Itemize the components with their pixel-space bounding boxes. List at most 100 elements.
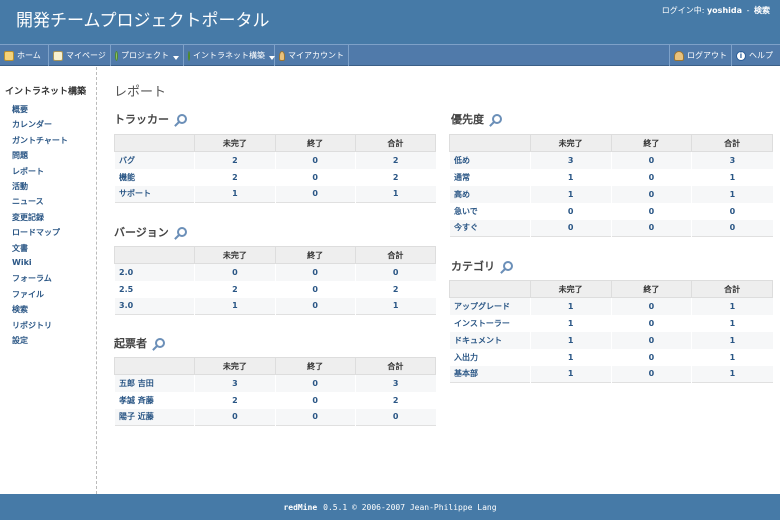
count-link[interactable]: 3 xyxy=(194,374,275,392)
count-link[interactable]: 0 xyxy=(274,408,356,426)
row-label-link[interactable]: 通常 xyxy=(449,168,531,186)
count-link[interactable]: 1 xyxy=(529,168,611,186)
count-link[interactable]: 0 xyxy=(610,151,692,169)
count-link[interactable]: 2 xyxy=(194,280,275,298)
row-label-link[interactable]: 2.0 xyxy=(113,263,195,281)
dropdown-caret-icon[interactable] xyxy=(173,55,179,60)
menu-intranet[interactable]: イントラネット構築 xyxy=(184,45,275,66)
count-link[interactable]: 1 xyxy=(691,331,773,349)
row-label-link[interactable]: 急いで xyxy=(449,202,531,220)
count-link[interactable]: 1 xyxy=(194,185,275,203)
menu-my-account[interactable]: マイアカウント xyxy=(275,45,349,66)
sidebar-item[interactable]: 活動 xyxy=(12,181,28,192)
menu-my-page[interactable]: マイページ xyxy=(49,45,111,66)
count-link[interactable]: 0 xyxy=(354,408,436,426)
sidebar-item[interactable]: 検索 xyxy=(12,304,28,315)
row-label-link[interactable]: バグ xyxy=(113,151,195,169)
zoom-icon[interactable] xyxy=(492,114,502,124)
count-link[interactable]: 0 xyxy=(529,202,611,220)
count-link[interactable]: 2 xyxy=(354,391,436,409)
menu-home[interactable]: ホーム xyxy=(0,45,49,66)
count-link[interactable]: 0 xyxy=(274,297,356,315)
count-link[interactable]: 1 xyxy=(529,314,611,332)
sidebar-item[interactable]: レポート xyxy=(12,166,44,177)
count-link[interactable]: 0 xyxy=(194,408,275,426)
sidebar-item[interactable]: 問題 xyxy=(12,150,28,161)
sidebar-item[interactable]: 変更記録 xyxy=(12,212,44,223)
count-link[interactable]: 0 xyxy=(274,263,356,281)
sidebar-item[interactable]: 文書 xyxy=(12,243,28,254)
row-label-link[interactable]: 五郎 吉田 xyxy=(113,374,195,392)
count-link[interactable]: 2 xyxy=(354,168,436,186)
count-link[interactable]: 0 xyxy=(610,297,692,315)
count-link[interactable]: 2 xyxy=(354,280,436,298)
count-link[interactable]: 0 xyxy=(610,168,692,186)
zoom-icon[interactable] xyxy=(177,114,187,124)
count-link[interactable]: 1 xyxy=(691,365,773,383)
row-label-link[interactable]: アップグレード xyxy=(449,297,531,315)
count-link[interactable]: 0 xyxy=(274,185,356,203)
count-link[interactable]: 1 xyxy=(529,185,611,203)
row-label-link[interactable]: サポート xyxy=(113,185,195,203)
row-label-link[interactable]: 機能 xyxy=(113,168,195,186)
zoom-icon[interactable] xyxy=(503,261,513,271)
count-link[interactable]: 2 xyxy=(194,391,275,409)
count-link[interactable]: 1 xyxy=(691,185,773,203)
count-link[interactable]: 1 xyxy=(691,348,773,366)
row-label-link[interactable]: ドキュメント xyxy=(449,331,531,349)
count-link[interactable]: 0 xyxy=(610,365,692,383)
count-link[interactable]: 3 xyxy=(354,374,436,392)
count-link[interactable]: 0 xyxy=(529,219,611,237)
sidebar-item[interactable]: ファイル xyxy=(12,289,44,300)
count-link[interactable]: 0 xyxy=(274,374,356,392)
count-link[interactable]: 0 xyxy=(274,168,356,186)
sidebar-item[interactable]: ロードマップ xyxy=(12,227,60,238)
count-link[interactable]: 0 xyxy=(274,391,356,409)
sidebar-item[interactable]: 概要 xyxy=(12,104,28,115)
count-link[interactable]: 0 xyxy=(610,331,692,349)
menu-logout[interactable]: ログアウト xyxy=(669,45,731,66)
count-link[interactable]: 0 xyxy=(610,219,692,237)
search-link[interactable]: 検索 xyxy=(754,6,770,15)
zoom-icon[interactable] xyxy=(155,338,165,348)
username-link[interactable]: yoshida xyxy=(707,6,742,15)
count-link[interactable]: 0 xyxy=(610,185,692,203)
count-link[interactable]: 1 xyxy=(529,365,611,383)
row-label-link[interactable]: 基本部 xyxy=(449,365,531,383)
sidebar-item[interactable]: 設定 xyxy=(12,335,28,346)
row-label-link[interactable]: 今すぐ xyxy=(449,219,531,237)
count-link[interactable]: 1 xyxy=(691,314,773,332)
count-link[interactable]: 0 xyxy=(691,202,773,220)
row-label-link[interactable]: 2.5 xyxy=(113,280,195,298)
sidebar-item[interactable]: フォーラム xyxy=(12,273,52,284)
sidebar-item[interactable]: Wiki xyxy=(12,258,32,267)
count-link[interactable]: 1 xyxy=(194,297,275,315)
count-link[interactable]: 0 xyxy=(354,263,436,281)
count-link[interactable]: 0 xyxy=(610,202,692,220)
count-link[interactable]: 1 xyxy=(354,297,436,315)
sidebar-item[interactable]: ガントチャート xyxy=(12,135,68,146)
count-link[interactable]: 0 xyxy=(274,280,356,298)
count-link[interactable]: 0 xyxy=(610,348,692,366)
row-label-link[interactable]: 3.0 xyxy=(113,297,195,315)
menu-projects[interactable]: プロジェクト xyxy=(111,45,184,66)
count-link[interactable]: 0 xyxy=(610,314,692,332)
zoom-icon[interactable] xyxy=(176,227,187,237)
count-link[interactable]: 0 xyxy=(274,151,356,169)
count-link[interactable]: 2 xyxy=(194,168,275,186)
row-label-link[interactable]: 孝誠 斉藤 xyxy=(113,391,195,409)
footer-brand-link[interactable]: redMine xyxy=(283,503,317,512)
count-link[interactable]: 2 xyxy=(194,151,275,169)
sidebar-item[interactable]: カレンダー xyxy=(12,119,52,130)
row-label-link[interactable]: 高め xyxy=(449,185,531,203)
count-link[interactable]: 1 xyxy=(529,348,611,366)
count-link[interactable]: 1 xyxy=(529,331,611,349)
sidebar-item[interactable]: ニュース xyxy=(12,196,44,207)
row-label-link[interactable]: 入出力 xyxy=(449,348,531,366)
count-link[interactable]: 1 xyxy=(354,185,436,203)
row-label-link[interactable]: 陽子 近藤 xyxy=(113,408,195,426)
count-link[interactable]: 1 xyxy=(691,168,773,186)
count-link[interactable]: 0 xyxy=(691,219,773,237)
sidebar-item[interactable]: リポジトリ xyxy=(12,320,52,331)
count-link[interactable]: 1 xyxy=(691,297,773,315)
